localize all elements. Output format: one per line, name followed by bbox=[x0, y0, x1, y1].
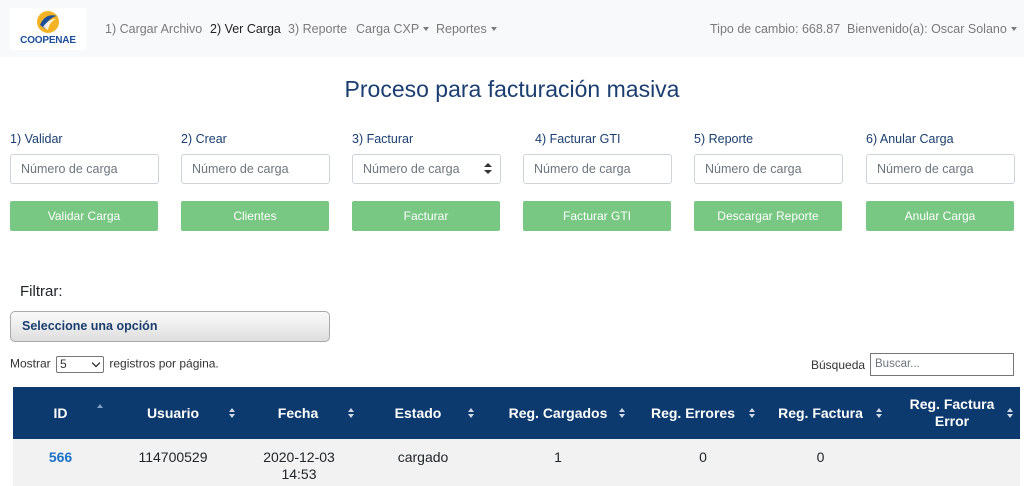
filter-label: Filtrar: bbox=[20, 283, 63, 300]
caret-down-icon bbox=[490, 27, 497, 31]
nav-reportes-dropdown[interactable]: Reportes bbox=[436, 22, 497, 36]
show-suffix: registros por página. bbox=[109, 356, 219, 371]
facturar-carga-input[interactable]: Número de carga bbox=[352, 154, 501, 184]
step-label-validar: 1) Validar bbox=[10, 132, 63, 146]
search-input[interactable]: Buscar... bbox=[870, 353, 1014, 376]
anular-carga-button[interactable]: Anular Carga bbox=[866, 201, 1014, 231]
page-length-value: 5 bbox=[60, 357, 67, 371]
exchange-rate: Tipo de cambio: 668.87 bbox=[710, 22, 841, 36]
user-menu-dropdown[interactable]: Bienvenido(a): Oscar Solano bbox=[847, 22, 1017, 36]
sort-icon bbox=[876, 408, 883, 419]
nav-reportes-label: Reportes bbox=[436, 22, 487, 36]
column-header-reg-errores[interactable]: Reg. Errores bbox=[628, 387, 758, 439]
reporte-carga-input[interactable]: Número de carga bbox=[694, 154, 843, 184]
column-header-label: Reg. Factura bbox=[778, 404, 863, 421]
cell-reg-errores: 0 bbox=[699, 449, 707, 465]
column-header-usuario[interactable]: Usuario bbox=[108, 387, 238, 439]
show-prefix: Mostrar bbox=[10, 356, 51, 371]
table-row: 566 114700529 2020-12-03 14:53 cargado 1… bbox=[13, 439, 1020, 486]
page-length-control: Mostrar 5 registros por página. bbox=[10, 356, 219, 373]
cell-reg-cargados: 1 bbox=[554, 449, 562, 465]
descargar-reporte-button[interactable]: Descargar Reporte bbox=[694, 201, 842, 231]
step-label-anular: 6) Anular Carga bbox=[866, 132, 954, 146]
sort-icon bbox=[229, 408, 236, 419]
step-label-facturar-gti: 4) Facturar GTI bbox=[535, 132, 621, 146]
column-header-reg-factura[interactable]: Reg. Factura bbox=[758, 387, 883, 439]
facturar-carga-placeholder: Número de carga bbox=[363, 162, 460, 176]
logo-text: COOPENAE bbox=[20, 35, 76, 46]
facturar-button[interactable]: Facturar bbox=[352, 201, 500, 231]
validar-carga-input[interactable]: Número de carga bbox=[10, 154, 159, 184]
step-label-crear: 2) Crear bbox=[181, 132, 227, 146]
cell-estado: cargado bbox=[397, 449, 449, 465]
navbar: COOPENAE 1) Cargar Archivo 2) Ver Carga … bbox=[0, 0, 1024, 57]
nav-ver-carga[interactable]: 2) Ver Carga bbox=[210, 22, 281, 36]
cell-fecha: 2020-12-03 14:53 bbox=[263, 449, 335, 482]
cell-usuario: 114700529 bbox=[138, 449, 208, 465]
step-label-facturar: 3) Facturar bbox=[352, 132, 414, 146]
search-label: Búsqueda bbox=[811, 358, 866, 372]
page-title: Proceso para facturación masiva bbox=[344, 76, 680, 102]
anular-carga-input[interactable]: Número de carga bbox=[866, 154, 1015, 184]
validar-carga-button[interactable]: Validar Carga bbox=[10, 201, 158, 231]
column-header-label: Usuario bbox=[146, 404, 200, 421]
column-header-fecha[interactable]: Fecha bbox=[238, 387, 358, 439]
column-header-label: Estado bbox=[394, 404, 442, 421]
sort-icon bbox=[619, 408, 626, 419]
sort-icon bbox=[749, 408, 756, 419]
column-header-estado[interactable]: Estado bbox=[358, 387, 478, 439]
nav-carga-cxp-label: Carga CXP bbox=[356, 22, 420, 36]
column-header-label: ID bbox=[53, 404, 68, 421]
chevron-down-icon bbox=[91, 358, 101, 368]
column-header-label: Reg. Errores bbox=[650, 404, 736, 421]
cell-reg-factura: 0 bbox=[816, 449, 825, 465]
column-header-reg-cargados[interactable]: Reg. Cargados bbox=[488, 387, 628, 439]
filter-select[interactable]: Seleccione una opción bbox=[10, 311, 330, 342]
crear-carga-input[interactable]: Número de carga bbox=[181, 154, 330, 184]
number-spinner-icon[interactable] bbox=[484, 163, 492, 175]
welcome-text: Bienvenido(a): Oscar Solano bbox=[847, 22, 1007, 36]
column-header-id[interactable]: ID bbox=[13, 387, 108, 439]
clientes-button[interactable]: Clientes bbox=[181, 201, 329, 231]
cell-id-link[interactable]: 566 bbox=[13, 449, 108, 466]
nav-carga-cxp-dropdown[interactable]: Carga CXP bbox=[356, 22, 430, 36]
caret-down-icon bbox=[423, 27, 430, 31]
column-header-label: Reg. Factura Error bbox=[909, 396, 995, 429]
sort-icon bbox=[468, 408, 475, 419]
step-label-reporte: 5) Reporte bbox=[694, 132, 754, 146]
nav-cargar-archivo[interactable]: 1) Cargar Archivo bbox=[105, 22, 202, 36]
page-length-select[interactable]: 5 bbox=[56, 356, 105, 373]
facturar-gti-button[interactable]: Facturar GTI bbox=[523, 201, 671, 231]
caret-down-icon bbox=[1010, 27, 1017, 31]
facturar-gti-carga-input[interactable]: Número de carga bbox=[523, 154, 672, 184]
sort-icon bbox=[1007, 408, 1014, 419]
sort-asc-icon bbox=[97, 404, 104, 415]
column-header-reg-factura-error[interactable]: Reg. Factura Error bbox=[893, 387, 1014, 439]
column-header-label: Reg. Cargados bbox=[508, 404, 608, 421]
sort-icon bbox=[348, 408, 355, 419]
table-header: ID Usuario Fecha Estado Reg. Cargados Re… bbox=[13, 387, 1020, 439]
coopenae-logo[interactable]: COOPENAE bbox=[10, 8, 86, 50]
logo-mark-icon bbox=[37, 11, 59, 33]
nav-reporte[interactable]: 3) Reporte bbox=[288, 22, 347, 36]
column-header-label: Fecha bbox=[277, 404, 319, 421]
